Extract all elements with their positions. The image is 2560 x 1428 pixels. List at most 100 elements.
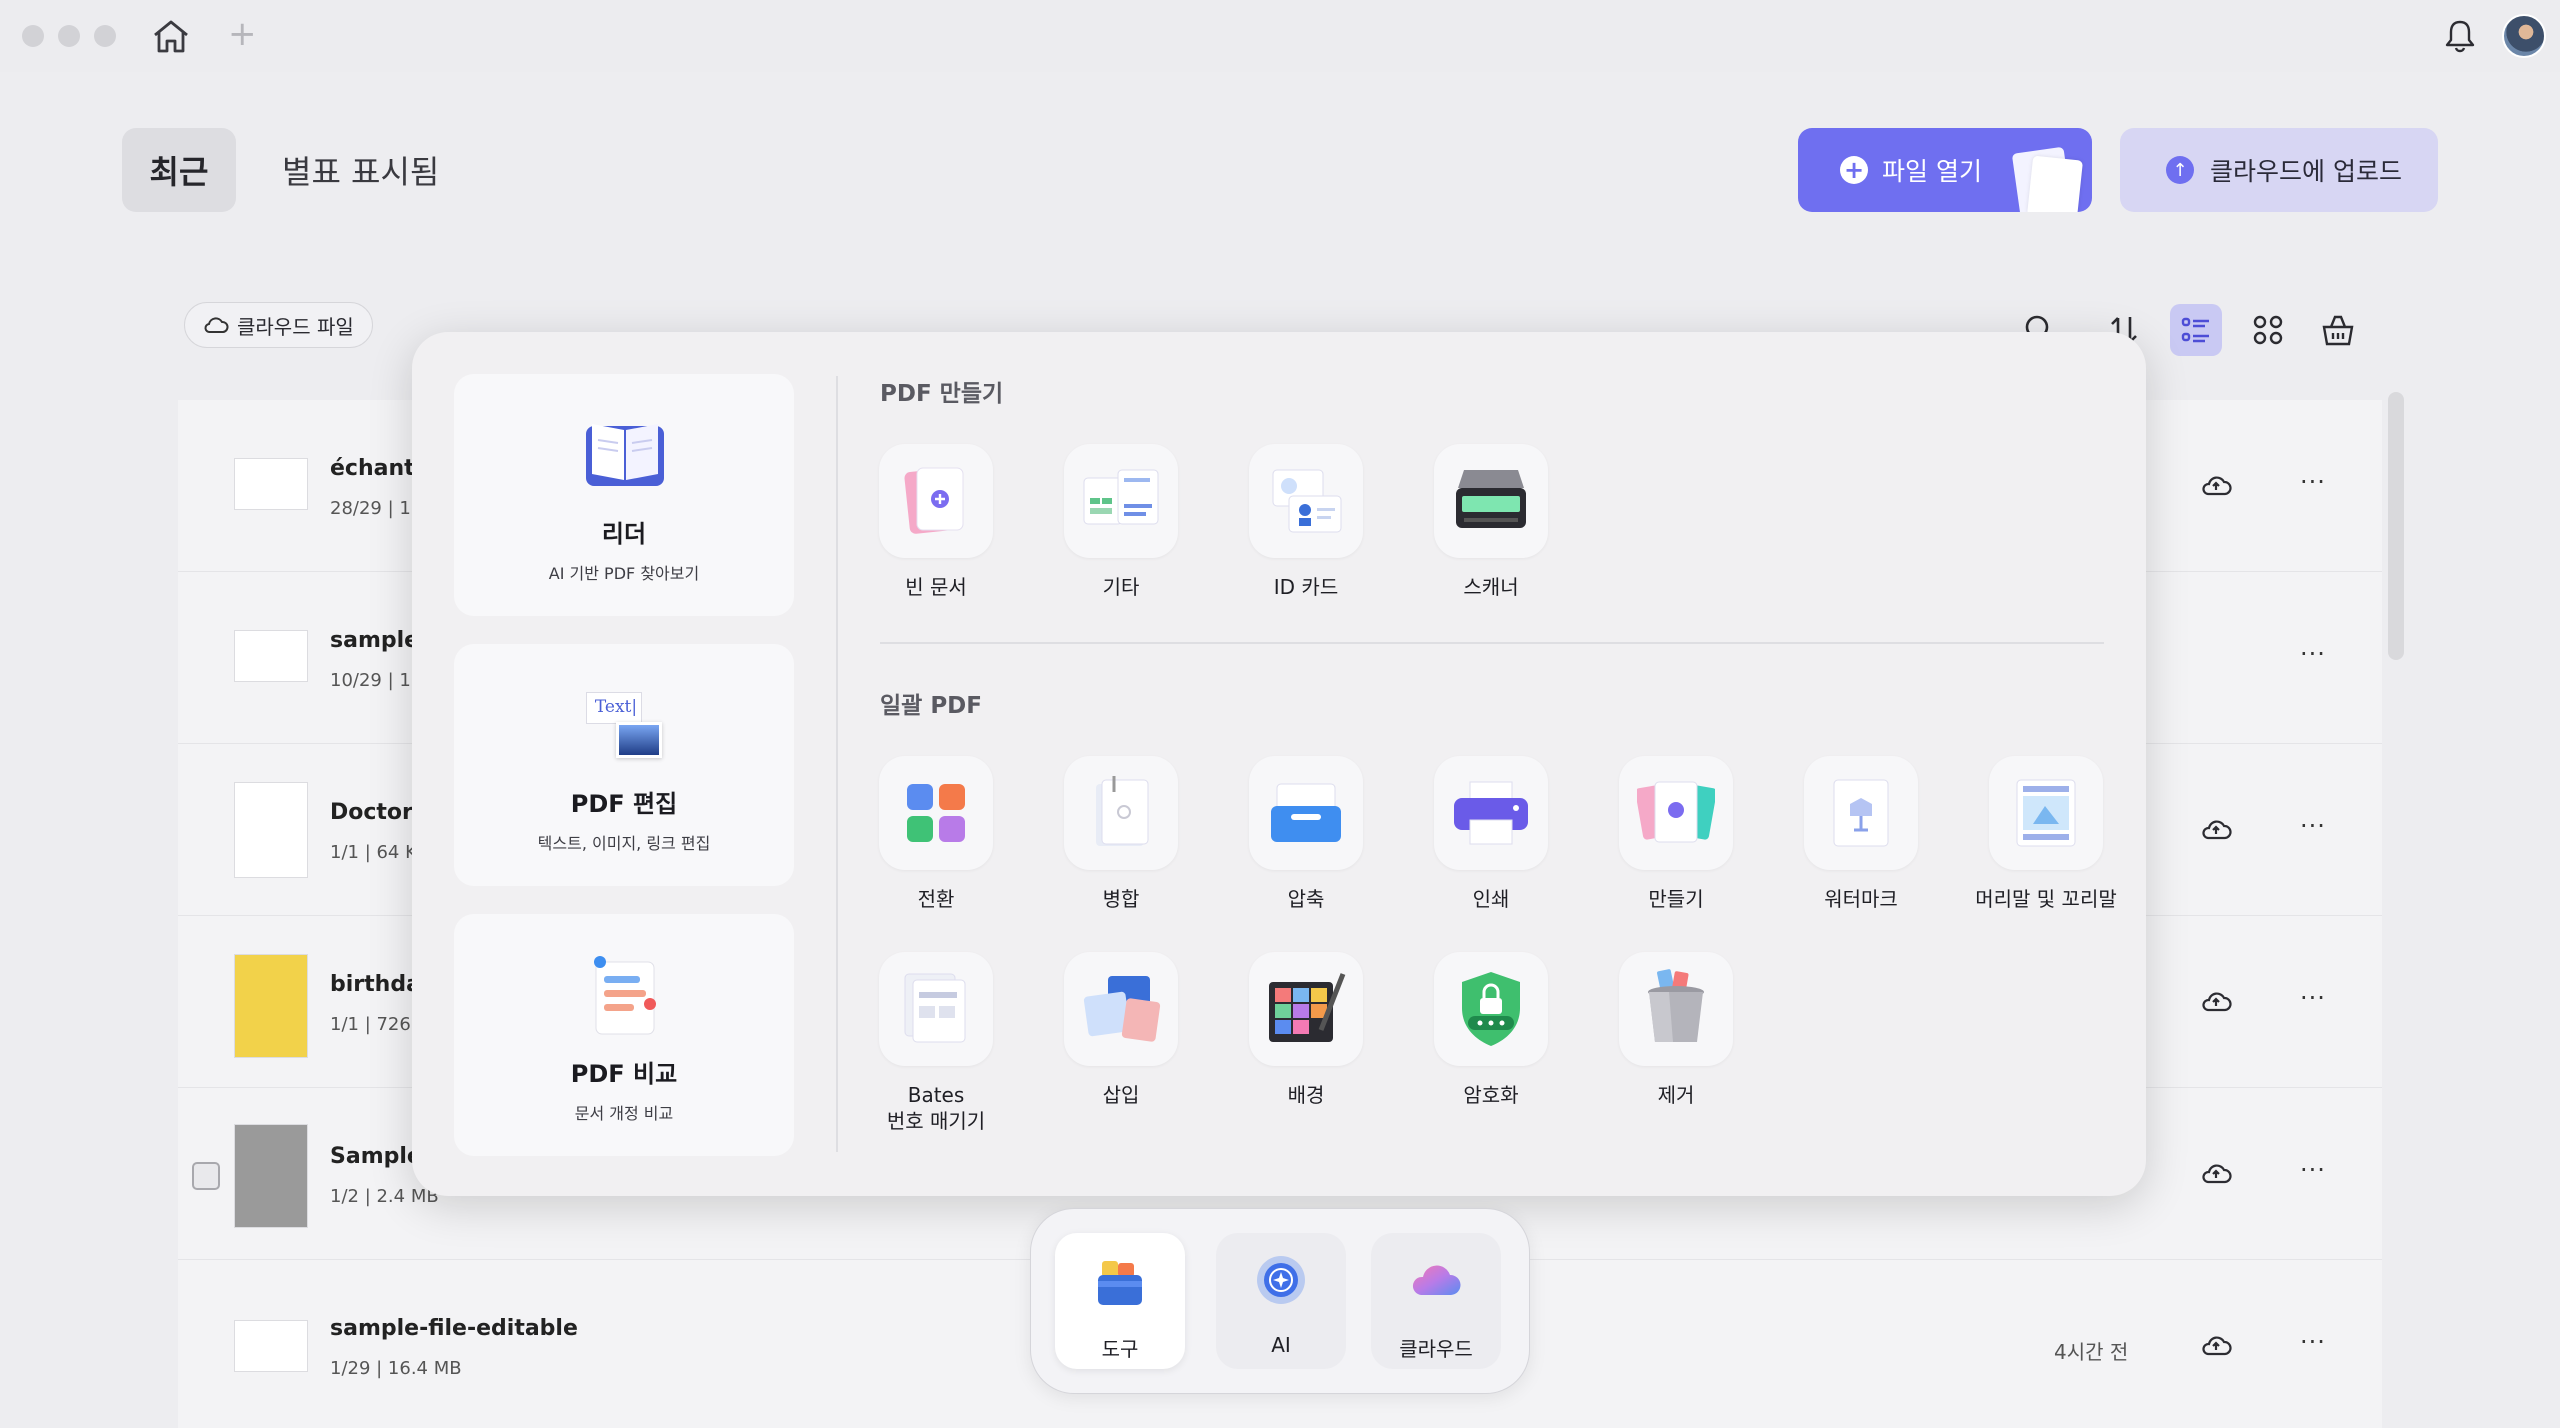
plus-circle-icon: + bbox=[1840, 156, 1868, 184]
home-icon[interactable] bbox=[150, 18, 192, 54]
tool-label: 머리말 및 꼬리말 bbox=[1975, 887, 2117, 911]
scrollbar[interactable] bbox=[2388, 392, 2404, 660]
more-options-button[interactable]: ··· bbox=[2300, 984, 2326, 1012]
compare-icon bbox=[594, 956, 656, 1035]
cloud-upload-icon[interactable] bbox=[2198, 814, 2234, 844]
file-meta: 1/1 | 64 K bbox=[330, 842, 417, 863]
cloud-files-label: 클라우드 파일 bbox=[237, 314, 354, 339]
reader-subtitle: AI 기반 PDF 찾아보기 bbox=[548, 564, 700, 583]
section-divider bbox=[880, 642, 2104, 644]
book-icon bbox=[586, 424, 664, 486]
document-illustration-icon bbox=[2027, 155, 2083, 212]
tool-label: 인쇄 bbox=[1472, 887, 1510, 911]
blank-document-icon bbox=[904, 467, 964, 534]
header-footer-icon bbox=[2016, 779, 2076, 847]
tool-label: 암호화 bbox=[1463, 1083, 1519, 1107]
tool-background[interactable]: 배경 bbox=[1231, 952, 1381, 1108]
tool-blank-document[interactable]: 빈 문서 bbox=[861, 444, 1011, 600]
tool-other[interactable]: 기타 bbox=[1046, 444, 1196, 600]
tool-convert[interactable]: 전환 bbox=[861, 756, 1011, 912]
row-checkbox[interactable] bbox=[192, 1162, 220, 1190]
tool-label: 삽입 bbox=[1102, 1083, 1140, 1107]
tool-print[interactable]: 인쇄 bbox=[1416, 756, 1566, 912]
reader-title: 리더 bbox=[601, 520, 647, 548]
tool-label: 병합 bbox=[1102, 887, 1140, 911]
cloud-upload-icon[interactable] bbox=[2198, 1158, 2234, 1188]
dock-tools-button[interactable]: 도구 bbox=[1055, 1233, 1185, 1369]
file-thumbnail bbox=[234, 954, 308, 1058]
tab-starred[interactable]: 별표 표시됨 bbox=[282, 128, 439, 212]
toolbox-icon bbox=[1098, 1261, 1142, 1305]
more-options-button[interactable]: ··· bbox=[2300, 812, 2326, 840]
pdf-edit-subtitle: 텍스트, 이미지, 링크 편집 bbox=[537, 834, 711, 853]
tool-id-card[interactable]: ID 카드 bbox=[1231, 444, 1381, 600]
file-thumbnail bbox=[234, 1320, 308, 1372]
more-options-button[interactable]: ··· bbox=[2300, 1328, 2326, 1356]
tool-encrypt[interactable]: 암호화 bbox=[1416, 952, 1566, 1108]
pdf-compare-card[interactable]: PDF 비교 문서 개정 비교 bbox=[454, 914, 794, 1156]
dock-tools-label: 도구 bbox=[1101, 1337, 1139, 1361]
printer-icon bbox=[1454, 781, 1528, 845]
tool-label: 빈 문서 bbox=[905, 575, 967, 599]
upload-cloud-button[interactable]: ↑ 클라우드에 업로드 bbox=[2120, 128, 2438, 212]
create-pdf-heading: PDF 만들기 bbox=[880, 381, 1004, 407]
cloud-upload-icon[interactable] bbox=[2198, 470, 2234, 500]
pdf-compare-subtitle: 문서 개정 비교 bbox=[574, 1104, 674, 1123]
cloud-upload-icon[interactable] bbox=[2198, 1330, 2234, 1360]
tab-recent[interactable]: 최근 bbox=[122, 128, 236, 212]
text-edit-icon: Text| bbox=[586, 692, 664, 764]
tool-watermark[interactable]: 워터마크 bbox=[1786, 756, 1936, 912]
close-window-button[interactable] bbox=[22, 25, 44, 47]
zoom-window-button[interactable] bbox=[94, 25, 116, 47]
minimize-window-button[interactable] bbox=[58, 25, 80, 47]
file-thumbnail bbox=[234, 458, 308, 510]
pdf-edit-card[interactable]: Text| PDF 편집 텍스트, 이미지, 링크 편집 bbox=[454, 644, 794, 886]
reader-card[interactable]: 리더 AI 기반 PDF 찾아보기 bbox=[454, 374, 794, 616]
pdf-compare-title: PDF 비교 bbox=[570, 1060, 678, 1088]
panel-divider bbox=[836, 376, 838, 1152]
file-meta: 1/29 | 16.4 MB bbox=[330, 1358, 462, 1379]
grid-view-icon[interactable] bbox=[2242, 304, 2294, 356]
ai-sparkle-icon bbox=[1257, 1256, 1305, 1304]
scanner-icon bbox=[1456, 470, 1526, 528]
avatar[interactable] bbox=[2502, 14, 2546, 58]
tool-header-footer[interactable]: 머리말 및 꼬리말 bbox=[1971, 756, 2121, 912]
title-bar: + bbox=[0, 0, 2560, 72]
tool-insert[interactable]: 삽입 bbox=[1046, 952, 1196, 1108]
more-options-button[interactable]: ··· bbox=[2300, 640, 2326, 668]
cloud-upload-icon[interactable] bbox=[2198, 986, 2234, 1016]
file-meta: 10/29 | 1 bbox=[330, 670, 411, 691]
tool-label: 제거 bbox=[1657, 1083, 1695, 1107]
file-meta: 1/2 | 2.4 MB bbox=[330, 1186, 439, 1207]
tool-create[interactable]: 만들기 bbox=[1601, 756, 1751, 912]
id-card-icon bbox=[1272, 469, 1342, 533]
more-options-button[interactable]: ··· bbox=[2300, 468, 2326, 496]
file-thumbnail bbox=[234, 1124, 308, 1228]
dock-ai-label: AI bbox=[1271, 1333, 1291, 1357]
other-formats-icon bbox=[1083, 469, 1159, 525]
open-file-button[interactable]: + 파일 열기 bbox=[1798, 128, 2092, 212]
trash-basket-icon[interactable] bbox=[2312, 304, 2364, 356]
bell-icon[interactable] bbox=[2440, 16, 2480, 56]
tool-bates-numbering[interactable]: Bates 번호 매기기 bbox=[861, 952, 1011, 1134]
tool-label: 워터마크 bbox=[1824, 887, 1898, 911]
list-view-icon[interactable] bbox=[2170, 304, 2222, 356]
cloud-files-filter[interactable]: 클라우드 파일 bbox=[184, 302, 373, 348]
tool-label: 기타 bbox=[1102, 575, 1140, 599]
more-options-button[interactable]: ··· bbox=[2300, 1156, 2326, 1184]
tool-compress[interactable]: 압축 bbox=[1231, 756, 1381, 912]
cloud-icon bbox=[204, 317, 229, 333]
file-modified-time: 4시간 전 bbox=[2054, 1340, 2129, 1364]
tool-remove[interactable]: 제거 bbox=[1601, 952, 1751, 1108]
tool-scanner[interactable]: 스캐너 bbox=[1416, 444, 1566, 600]
tool-label: 배경 bbox=[1287, 1083, 1325, 1107]
tools-panel: 리더 AI 기반 PDF 찾아보기 Text| PDF 편집 텍스트, 이미지,… bbox=[412, 332, 2146, 1196]
tool-label: Bates 번호 매기기 bbox=[886, 1083, 986, 1133]
dock-cloud-button[interactable]: 클라우드 bbox=[1371, 1233, 1501, 1369]
bates-numbering-icon bbox=[904, 973, 966, 1043]
new-tab-button[interactable]: + bbox=[228, 14, 257, 54]
create-batch-icon bbox=[1637, 781, 1715, 843]
tool-merge[interactable]: 병합 bbox=[1046, 756, 1196, 912]
dock-ai-button[interactable]: AI bbox=[1216, 1233, 1346, 1369]
dock-cloud-label: 클라우드 bbox=[1399, 1337, 1473, 1361]
